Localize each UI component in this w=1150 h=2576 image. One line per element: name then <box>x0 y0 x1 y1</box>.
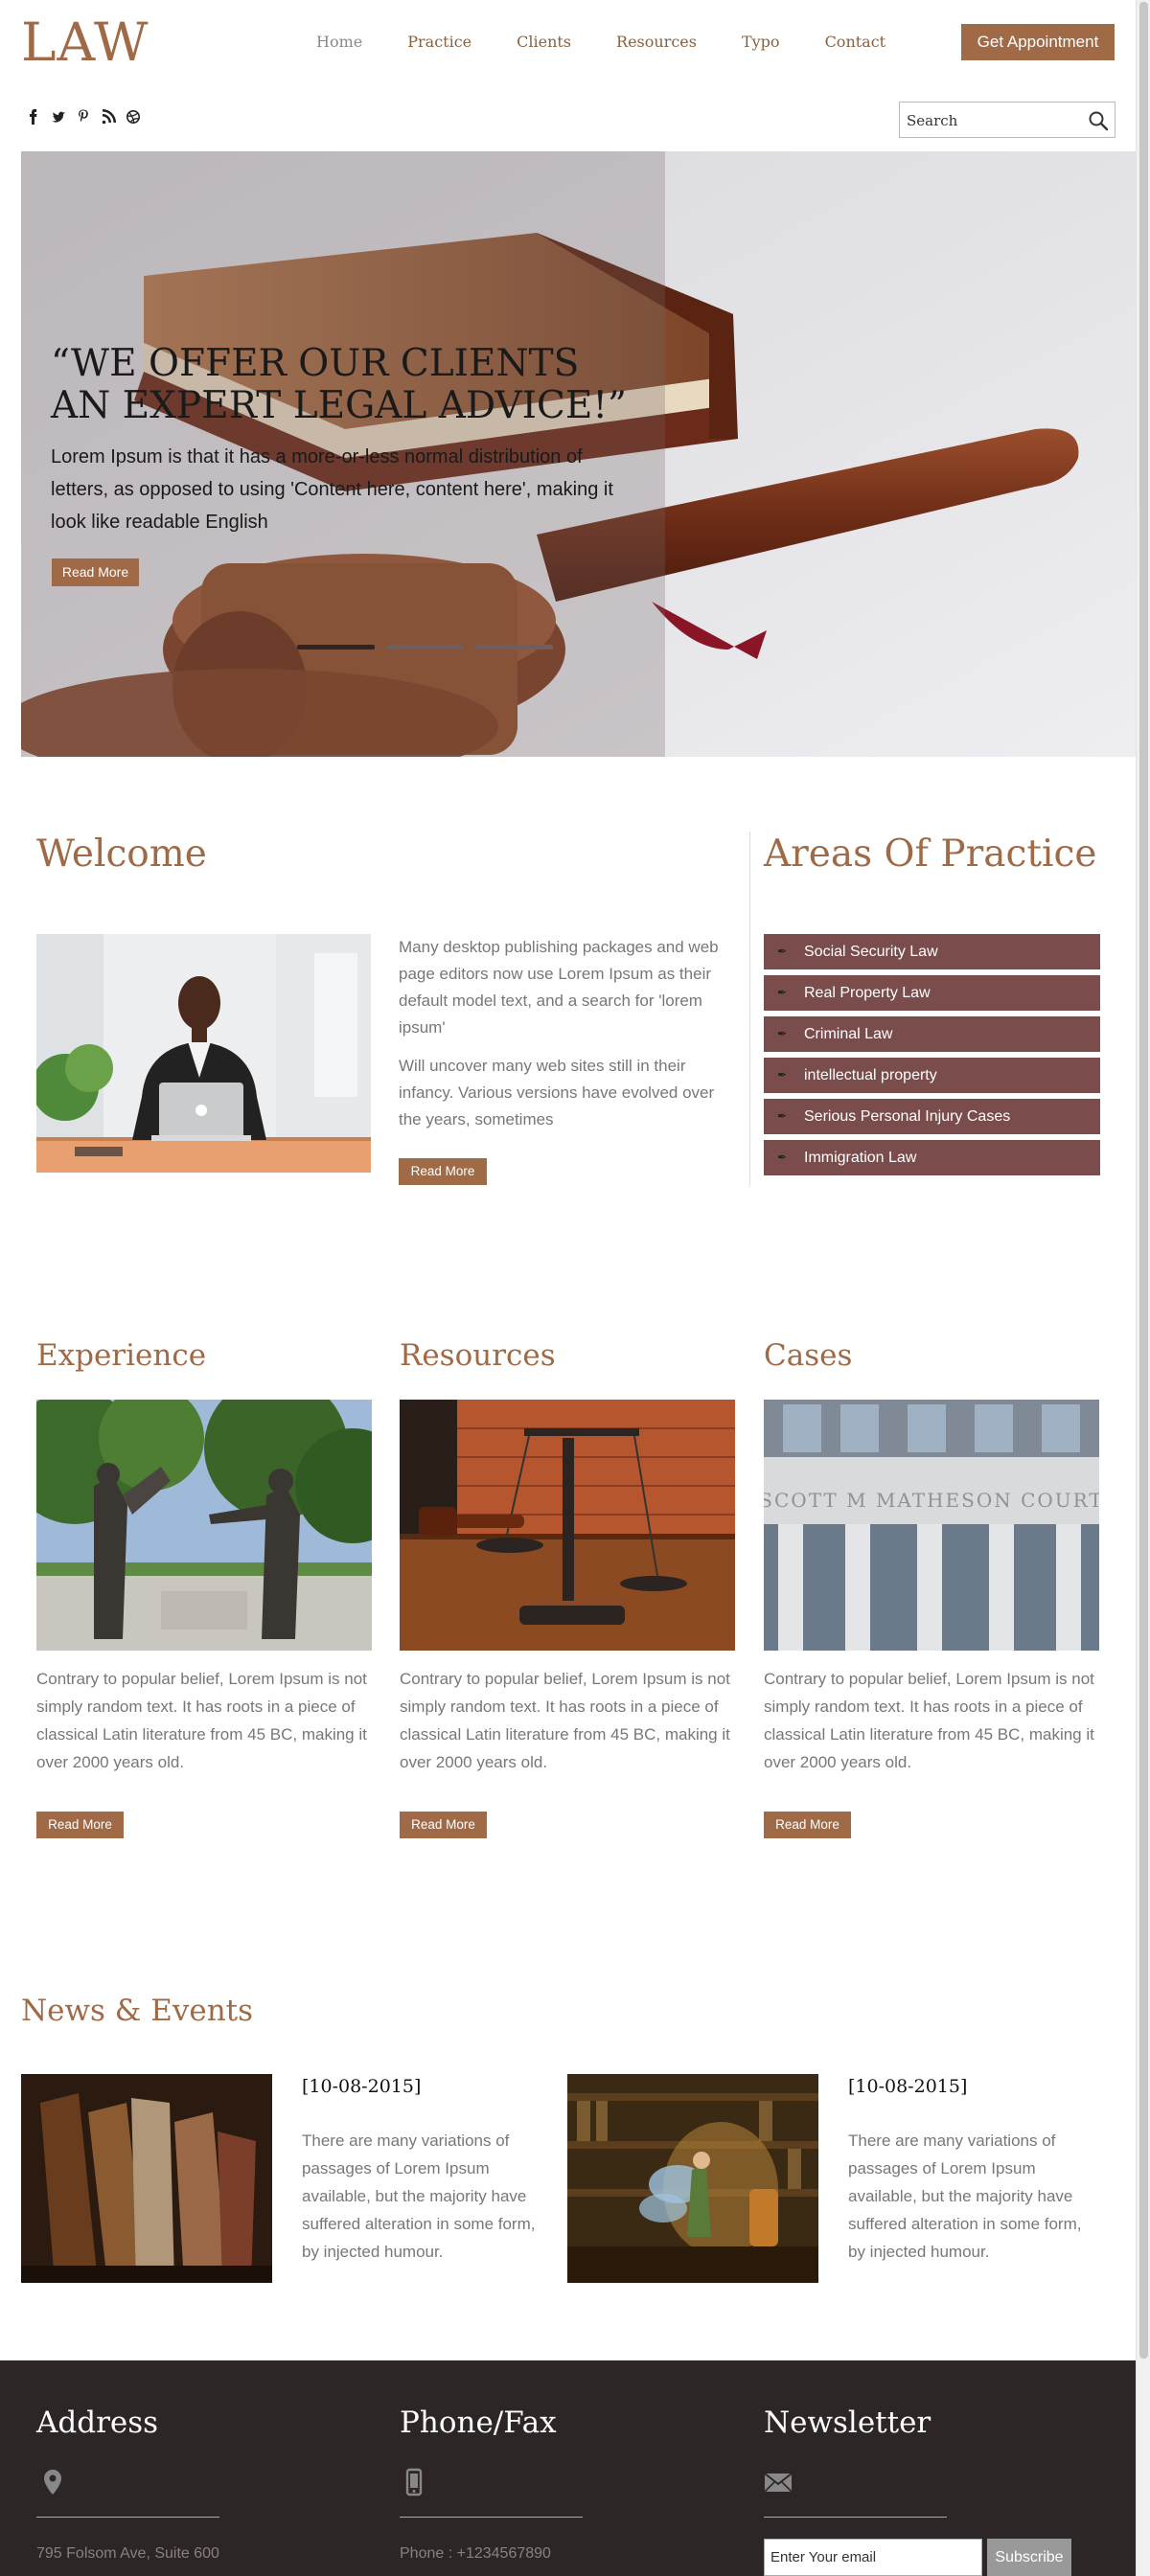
location-pin-icon <box>44 2470 61 2495</box>
news-image-fairy <box>567 2074 818 2283</box>
practice-item[interactable]: ✒ Real Property Law <box>764 975 1100 1011</box>
footer-divider <box>764 2517 947 2518</box>
site-header: LAW Home Practice Clients Resources Typo… <box>0 0 1136 84</box>
resources-column: Resources Contrary to popular belief, Lo… <box>400 1337 735 1771</box>
mobile-phone-icon <box>405 2468 423 2496</box>
welcome-paragraph-2: Will uncover many web sites still in the… <box>399 1057 715 1128</box>
experience-read-more-button[interactable]: Read More <box>36 1812 124 1838</box>
pen-icon: ✒ <box>777 1027 788 1040</box>
page: LAW Home Practice Clients Resources Typo… <box>0 0 1136 2576</box>
twitter-icon[interactable] <box>51 108 66 125</box>
envelope-icon <box>764 2473 793 2493</box>
pen-icon: ✒ <box>777 1151 788 1164</box>
footer-divider <box>400 2517 583 2518</box>
resources-image-scales <box>400 1400 735 1651</box>
welcome-read-more-button[interactable]: Read More <box>399 1158 487 1185</box>
hero-left-gap <box>0 151 21 757</box>
practice-item[interactable]: ✒ Criminal Law <box>764 1016 1100 1052</box>
experience-image-statues <box>36 1400 372 1651</box>
courthouse-lettering: SCOTT M MATHESON COURT <box>764 1489 1099 1512</box>
nav-practice[interactable]: Practice <box>407 33 472 52</box>
experience-text: Contrary to popular belief, Lorem Ipsum … <box>36 1670 367 1771</box>
hero-text: Lorem Ipsum is that it has a more-or-les… <box>51 446 613 533</box>
practice-item[interactable]: ✒ intellectual property <box>764 1058 1100 1093</box>
pen-icon: ✒ <box>777 1068 788 1082</box>
nav-contact[interactable]: Contact <box>825 33 886 52</box>
resources-read-more-button[interactable]: Read More <box>400 1812 487 1838</box>
slide-indicator-2[interactable] <box>386 645 464 650</box>
pen-icon: ✒ <box>777 945 788 958</box>
newsletter-email-input[interactable] <box>764 2539 982 2576</box>
practice-title: Areas Of Practice <box>764 832 1097 876</box>
cases-read-more-button[interactable]: Read More <box>764 1812 851 1838</box>
facebook-icon[interactable] <box>26 108 41 125</box>
news-image-books <box>21 2074 272 2283</box>
practice-list: ✒ Social Security Law ✒ Real Property Law … <box>764 934 1100 1181</box>
section-divider <box>749 832 750 1186</box>
pen-icon: ✒ <box>777 986 788 999</box>
search-input[interactable] <box>907 111 1079 130</box>
social-links <box>26 108 141 125</box>
site-logo[interactable]: LAW <box>21 11 150 73</box>
cases-column: Cases SCOTT M MATHESON COURT Contrary to… <box>764 1337 1099 1771</box>
news-text: There are many variations of passages of… <box>302 2131 536 2261</box>
practice-item[interactable]: ✒ Social Security Law <box>764 934 1100 969</box>
practice-item[interactable]: ✒ Serious Personal Injury Cases <box>764 1099 1100 1134</box>
news-date: [10-08-2015] <box>848 2076 968 2097</box>
welcome-title: Welcome <box>36 832 207 876</box>
footer-phone-line: Phone : +1234567890 <box>400 2545 551 2562</box>
pinterest-icon[interactable] <box>76 108 91 125</box>
footer-newsletter-title: Newsletter <box>764 2405 932 2440</box>
search-icon[interactable] <box>1088 110 1109 131</box>
nav-home[interactable]: Home <box>316 33 362 52</box>
vertical-scrollbar[interactable] <box>1136 0 1150 2576</box>
hero-quote: “WE OFFER OUR CLIENTS AN EXPERT LEGAL AD… <box>51 342 627 427</box>
pen-icon: ✒ <box>777 1109 788 1123</box>
hero-slider: “WE OFFER OUR CLIENTS AN EXPERT LEGAL AD… <box>0 151 1136 757</box>
resources-title: Resources <box>400 1338 556 1373</box>
hero-read-more-button[interactable]: Read More <box>52 559 139 586</box>
news-text: There are many variations of passages of… <box>848 2131 1082 2261</box>
nav-clients[interactable]: Clients <box>517 33 571 52</box>
experience-column: Experience Contrary to popular belief, L… <box>36 1337 372 1771</box>
welcome-paragraph-1: Many desktop publishing packages and web… <box>399 938 719 1037</box>
nav-resources[interactable]: Resources <box>616 33 697 52</box>
footer-divider <box>36 2517 219 2518</box>
footer-address-line: 795 Folsom Ave, Suite 600 <box>36 2545 219 2562</box>
cases-title: Cases <box>764 1338 853 1373</box>
experience-title: Experience <box>36 1338 207 1373</box>
rss-icon[interactable] <box>101 108 116 125</box>
slider-indicators <box>297 645 553 650</box>
subscribe-button[interactable]: Subscribe <box>987 2539 1071 2576</box>
footer-address-title: Address <box>36 2405 159 2440</box>
welcome-text: Many desktop publishing packages and web… <box>399 934 729 1145</box>
cases-image-courthouse: SCOTT M MATHESON COURT <box>764 1400 1099 1651</box>
news-title: News & Events <box>21 1994 254 2028</box>
slide-indicator-3[interactable] <box>475 645 553 650</box>
search-box <box>899 102 1116 138</box>
slide-indicator-1[interactable] <box>297 645 375 650</box>
get-appointment-button[interactable]: Get Appointment <box>961 24 1115 60</box>
footer-phone-title: Phone/Fax <box>400 2405 557 2440</box>
welcome-image-businessman <box>36 934 371 1173</box>
main-nav: Home Practice Clients Resources Typo Con… <box>316 33 931 52</box>
resources-text: Contrary to popular belief, Lorem Ipsum … <box>400 1670 730 1771</box>
news-date: [10-08-2015] <box>302 2076 422 2097</box>
cases-text: Contrary to popular belief, Lorem Ipsum … <box>764 1670 1094 1771</box>
scrollbar-thumb[interactable] <box>1139 2 1148 2359</box>
dribbble-icon[interactable] <box>126 108 141 125</box>
practice-item[interactable]: ✒ Immigration Law <box>764 1140 1100 1175</box>
nav-typo[interactable]: Typo <box>742 33 780 52</box>
